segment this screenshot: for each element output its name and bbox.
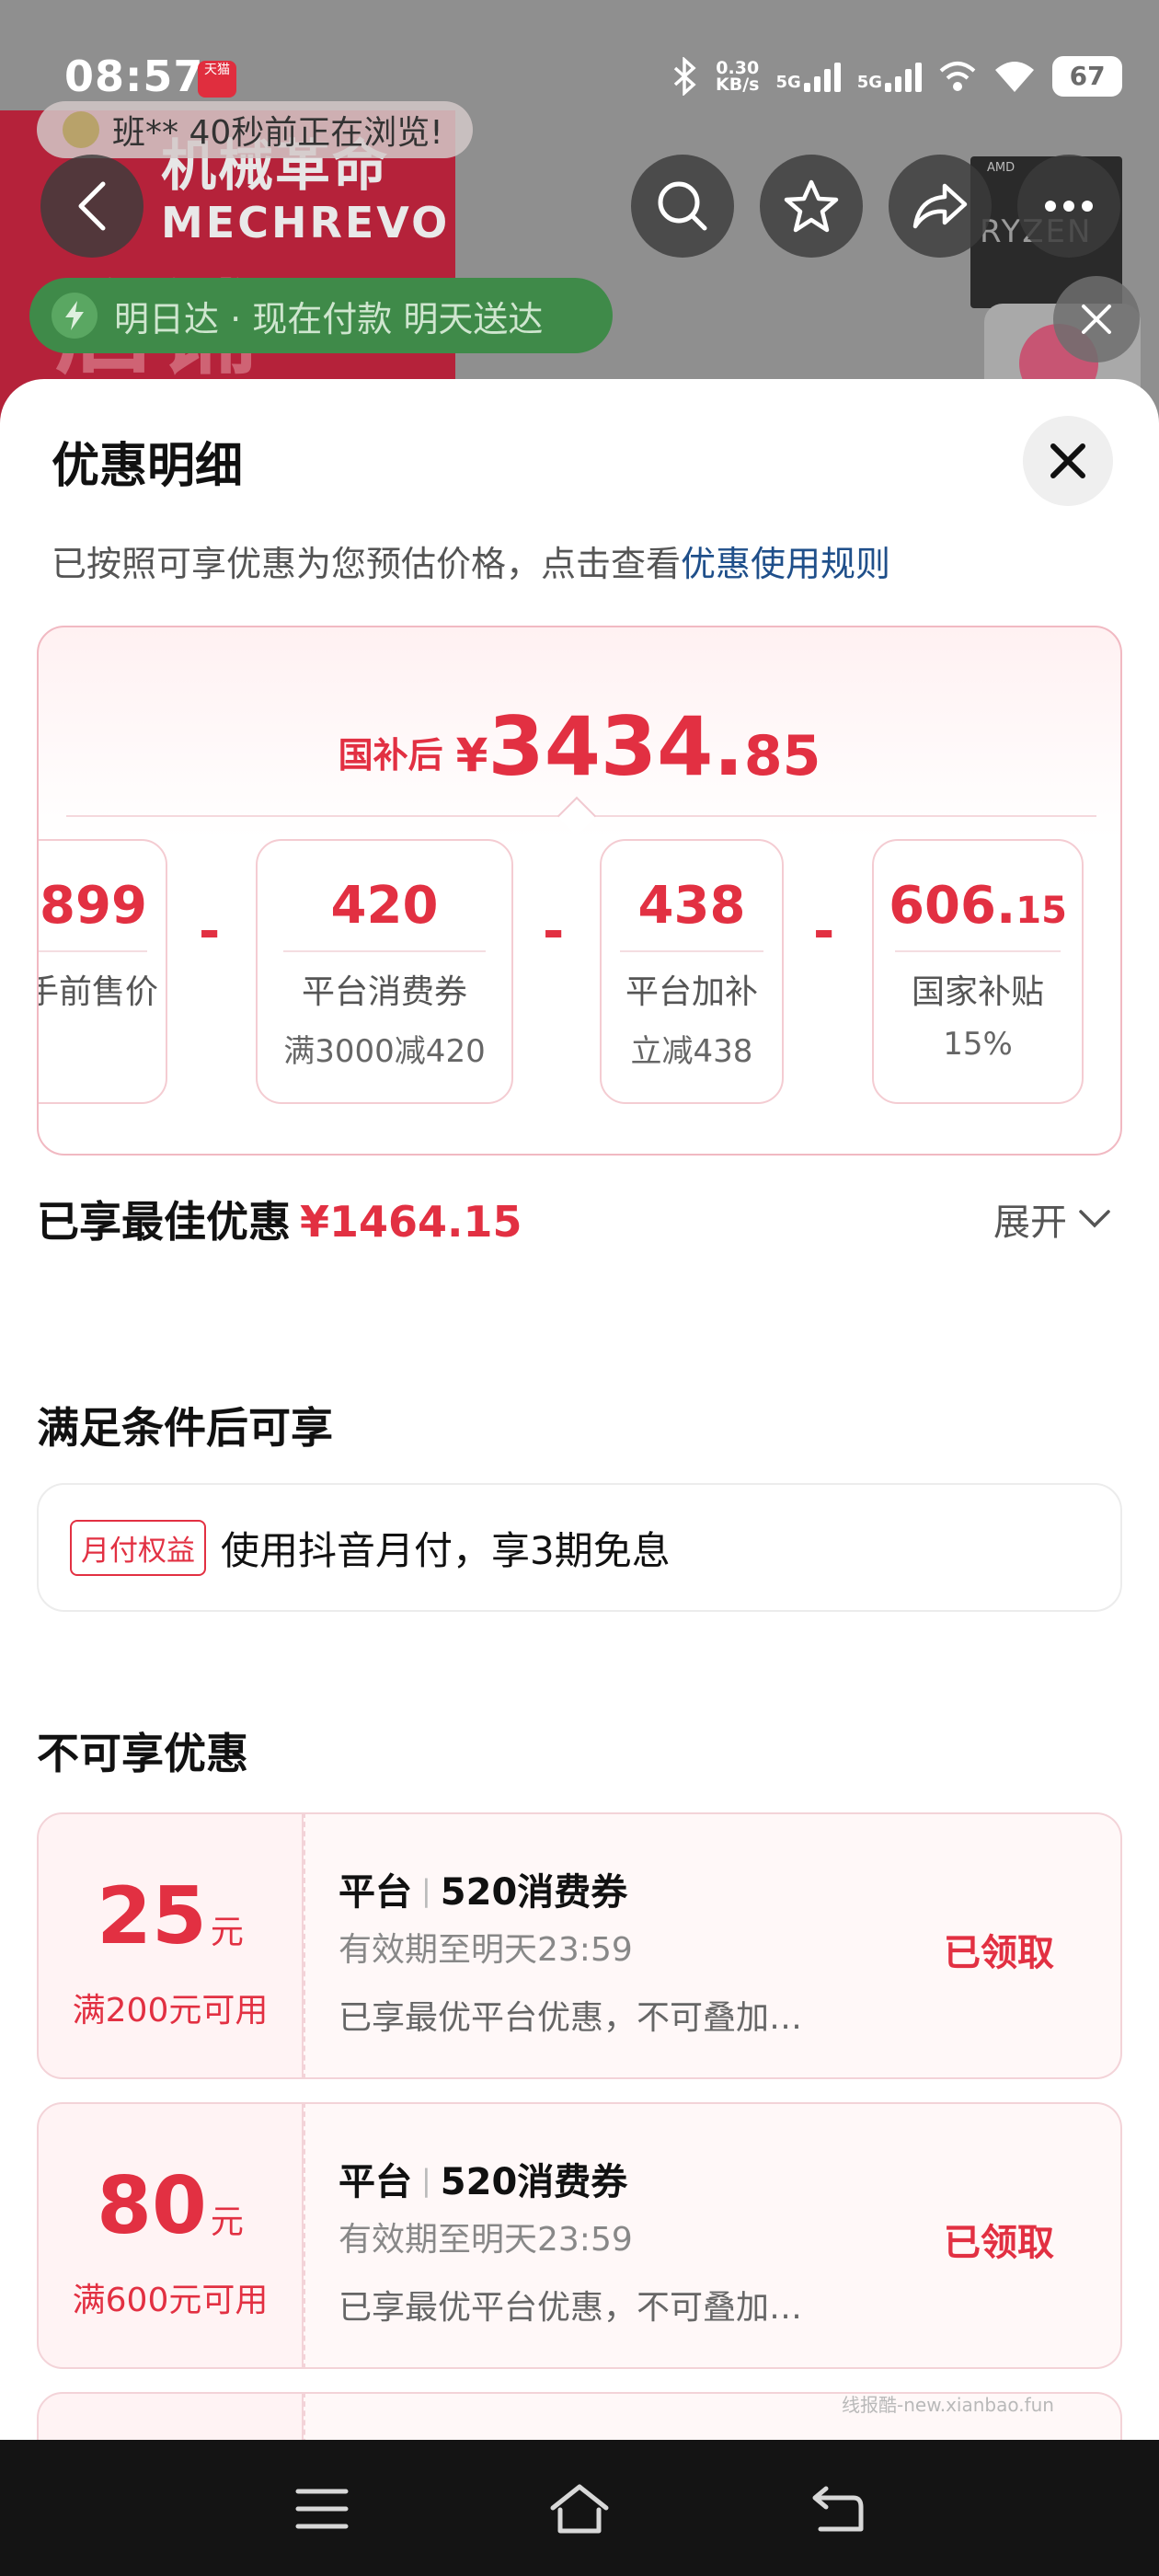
final-price-integer: 3434. [488, 699, 744, 794]
conditional-section-title: 满足条件后可享 [37, 1403, 333, 1453]
viewer-avatar [63, 111, 99, 148]
conditional-offer-card[interactable]: 月付权益 使用抖音月付，享3期免息 [37, 1483, 1122, 1612]
system-nav-bar [0, 2440, 1159, 2576]
coupon-note: 已享最优平台优惠，不可叠加… [339, 1999, 803, 2037]
star-icon [784, 179, 839, 233]
share-icon [912, 183, 968, 229]
close-icon [1050, 443, 1085, 478]
final-price-decimal: 85 [743, 724, 821, 788]
sheet-title: 优惠明细 [52, 439, 244, 494]
signal-bars-icon [885, 61, 923, 92]
status-bar: 08:57 天猫 0.30 KB/s 5G 5G 67 [0, 0, 1159, 101]
status-icons: 0.30 KB/s 5G 5G 67 [671, 53, 1123, 99]
coupon-condition: 满200元可用 [72, 1992, 269, 2030]
best-discount-amount: ¥1464.15 [300, 1197, 522, 1247]
currency-symbol: ¥ [455, 729, 488, 782]
coupon-title: 平台 | 520消费券 [339, 1871, 628, 1914]
coupon-condition: 满600元可用 [72, 2282, 269, 2319]
search-button[interactable] [631, 155, 734, 258]
chevron-left-icon [78, 181, 106, 231]
close-floating-button[interactable] [1053, 276, 1140, 362]
monthly-pay-tag: 月付权益 [70, 1519, 206, 1576]
coupon-info-panel: 平台 | 520消费券 有效期至明天23:59 已享最优平台优惠，不可叠加… 已领取 [304, 2102, 1122, 2369]
home-button[interactable] [543, 2477, 616, 2541]
coupon-amount-panel: 25 元 满200元可用 [37, 1812, 304, 2079]
close-icon [1082, 305, 1111, 334]
delivery-text: 明日达 · 现在付款 明天送达 [114, 298, 544, 339]
breakdown-platform-subsidy: 438 平台加补 立减438 [600, 839, 784, 1104]
coupon-amount-panel: 80 元 满600元可用 [37, 2102, 304, 2369]
unavailable-section-title: 不可享优惠 [37, 1729, 248, 1778]
menu-button[interactable] [285, 2477, 359, 2541]
final-price: 国补后 ¥3434.85 [39, 699, 1120, 794]
home-icon [550, 2484, 609, 2534]
back-button[interactable] [40, 155, 143, 258]
back-arrow-icon [812, 2486, 864, 2532]
coupon-amount: 25 [97, 1870, 207, 1962]
conditional-offer-text: 使用抖音月付，享3期免息 [221, 1527, 671, 1573]
price-estimate-note: 已按照可享优惠为您预估价格，点击查看优惠使用规则 [52, 544, 891, 584]
coupon-card[interactable]: 25 元 满200元可用 平台 | 520消费券 有效期至明天23:59 已享最优平台… [37, 1812, 1122, 2079]
breakdown-platform-coupon: 420 平台消费券 满3000减420 [256, 839, 513, 1104]
network-speed: 0.30 KB/s [716, 58, 760, 95]
coupon-expiry: 有效期至明天23:59 [339, 1931, 633, 1969]
sheet-close-button[interactable] [1023, 416, 1113, 506]
cell-signal-1: 5G [775, 61, 841, 92]
search-icon [658, 181, 707, 231]
tmall-app-icon: 天猫 [198, 61, 236, 98]
coupon-title: 平台 | 520消费券 [339, 2161, 628, 2203]
hotspot-icon [939, 62, 976, 91]
clock: 08:57 [64, 52, 204, 101]
breakdown-national-subsidy: 606.15 国家补贴 15% [872, 839, 1084, 1104]
cpu-brand: AMD [987, 161, 1016, 175]
minus-sign: - [199, 902, 221, 961]
favorite-button[interactable] [760, 155, 863, 258]
price-pointer [557, 796, 597, 836]
discount-rules-link[interactable]: 优惠使用规则 [681, 544, 890, 584]
coupon-status: 已领取 [944, 1932, 1054, 1974]
expand-toggle[interactable]: 展开 [993, 1192, 1111, 1246]
battery-indicator: 67 [1052, 56, 1123, 97]
coupon-card[interactable]: 80 元 满600元可用 平台 | 520消费券 有效期至明天23:59 已享最优平台… [37, 2102, 1122, 2369]
back-nav-button[interactable] [800, 2477, 874, 2541]
delivery-banner: 明日达 · 现在付款 明天送达 [29, 278, 613, 353]
browsing-notice: 班** 40秒前正在浏览! [37, 101, 473, 158]
coupon-amount: 80 [97, 2160, 207, 2252]
share-button[interactable] [889, 155, 992, 258]
more-button[interactable] [1017, 155, 1120, 258]
breakdown-original-price: 4899 到手前售价 [39, 839, 167, 1104]
coupon-info-panel: 平台 | 520消费券 有效期至明天23:59 已享最优平台优惠，不可叠加… 已领取 [304, 1812, 1122, 2079]
minus-sign: - [543, 902, 565, 961]
bluetooth-icon [673, 57, 696, 96]
price-breakdown-card: 国补后 ¥3434.85 4899 到手前售价 - 420 平台消费券 满3000… [37, 626, 1122, 1156]
banner-brand-en: MECHREVO [161, 198, 451, 247]
wifi-icon [995, 62, 1035, 92]
signal-bars-icon [803, 61, 841, 92]
watermark: 线报酷-new.xianbao.fun [842, 2394, 1054, 2416]
coupon-amount-panel [37, 2392, 304, 2440]
coupon-note: 已享最优平台优惠，不可叠加… [339, 2289, 803, 2327]
chevron-down-icon [1079, 1210, 1110, 1228]
lightning-icon [52, 293, 98, 339]
more-dots-icon [1045, 201, 1093, 212]
cell-signal-2: 5G [857, 61, 923, 92]
discount-detail-sheet: 优惠明细 已按照可享优惠为您预估价格，点击查看优惠使用规则 国补后 ¥3434.8… [0, 379, 1159, 2440]
coupon-status: 已领取 [944, 2222, 1054, 2264]
best-discount-summary: 已享最佳优惠 ¥1464.15 [37, 1197, 522, 1247]
coupon-expiry: 有效期至明天23:59 [339, 2221, 633, 2259]
final-price-label: 国补后 [338, 735, 443, 776]
menu-icon [295, 2489, 349, 2529]
minus-sign: - [813, 902, 835, 961]
browsing-notice-text: 班** 40秒前正在浏览! [112, 114, 443, 152]
